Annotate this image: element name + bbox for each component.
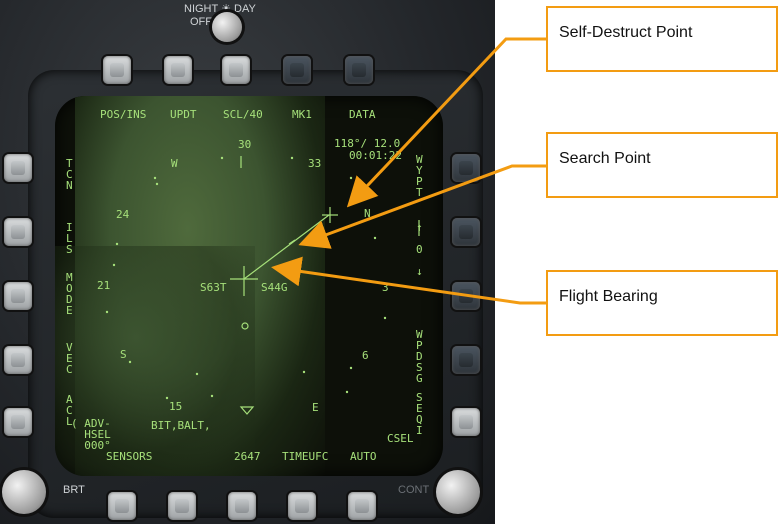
arrow-self-destruct — [346, 37, 546, 208]
arrow-flight-bearing — [271, 256, 546, 305]
arrow-search-point — [298, 164, 546, 249]
callout-arrows — [271, 37, 546, 305]
